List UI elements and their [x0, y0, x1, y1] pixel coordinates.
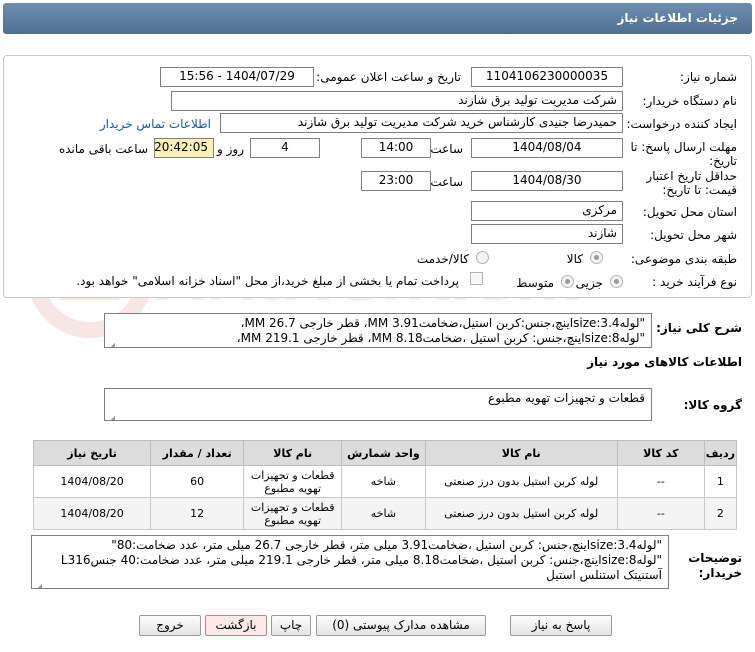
- goods-group-label: گروه کالا:: [683, 398, 742, 412]
- category-radio-goods-service[interactable]: [476, 251, 489, 264]
- category-option-goods: کالا: [566, 252, 583, 266]
- cell-unit: شاخه: [341, 497, 426, 530]
- buyer-notes-line-3: آستنیتک استنلس استیل: [546, 568, 662, 582]
- info-panel: شماره نیاز: 1104106230000035 تاریخ و ساع…: [3, 55, 752, 298]
- buyer-notes-line-1: "لولهsize:3.4اینچ،جنس: کربن استیل ،ضخامت…: [111, 538, 662, 552]
- cell-name: لوله کربن استیل بدون درز صنعتی: [424, 465, 618, 498]
- cell-row: 2: [703, 497, 738, 530]
- cell-name: لوله کربن استیل بدون درز صنعتی: [424, 497, 618, 530]
- print-button[interactable]: چاپ: [271, 615, 311, 636]
- cell-code: --: [616, 497, 705, 530]
- buyer-notes-label: توضیحات خریدار:: [688, 551, 742, 580]
- validity-date-field: 1404/08/30: [471, 171, 623, 191]
- need-details-page: جزئیات اطلاعات نیاز AriaTender.net شماره…: [0, 0, 755, 652]
- reply-button[interactable]: پاسخ به نیاز: [510, 615, 612, 636]
- cell-qty: 60: [150, 465, 245, 498]
- cell-group: قطعات و تجهیزات تهویه مطبوع: [243, 465, 343, 498]
- deadline-label: مهلت ارسال پاسخ: تا تاریخ:: [630, 140, 737, 168]
- time-remaining-field: 20:42:05: [154, 138, 214, 158]
- resize-grip-icon[interactable]: ◢: [107, 411, 115, 420]
- province-field: مرکزی: [471, 201, 623, 221]
- deadline-time-field: 14:00: [361, 138, 431, 158]
- requester-label: ایجاد کننده درخواست:: [626, 117, 737, 131]
- time-remaining-label: ساعت باقی مانده: [58, 142, 148, 156]
- process-label: نوع فرآیند خرید :: [652, 275, 737, 289]
- process-radio-minor[interactable]: [610, 275, 623, 288]
- col-group: نام کالا: [243, 440, 343, 466]
- days-label: روز و: [217, 142, 244, 156]
- back-button[interactable]: بازگشت: [205, 615, 267, 636]
- summary-line-1: "لولهsize:3.4اینچ،جنس:کربن استیل،ضخامت3.…: [240, 316, 645, 330]
- process-option-minor: جزیی: [575, 276, 603, 290]
- validity-label: حداقل تاریخ اعتبار قیمت: تا تاریخ:: [646, 169, 737, 197]
- cell-code: --: [616, 465, 705, 498]
- category-label: طبقه بندی موضوعی:: [630, 252, 737, 266]
- title-bar: جزئیات اطلاعات نیاز: [3, 3, 752, 34]
- col-row: ردیف: [703, 440, 738, 466]
- need-number-label: شماره نیاز:: [680, 70, 737, 84]
- goods-section-title: اطلاعات کالاهای مورد نیاز: [587, 355, 742, 369]
- process-radio-medium[interactable]: [561, 275, 574, 288]
- deadline-date-field: 1404/08/04: [471, 138, 623, 158]
- deadline-time-label: ساعت: [430, 142, 463, 156]
- summary-label: شرح کلی نیاز:: [656, 321, 742, 335]
- validity-time-label: ساعت: [430, 175, 463, 189]
- exit-button[interactable]: خروج: [139, 615, 201, 636]
- goods-group-value: قطعات و تجهیزات تهویه مطبوع: [488, 391, 645, 405]
- city-field: شازند: [471, 224, 623, 244]
- summary-line-2: "لولهsize:8اینچ،جنس: کربن استیل ،ضخامت8.…: [236, 331, 645, 345]
- goods-group-field: قطعات و تجهیزات تهویه مطبوع ◢: [104, 388, 652, 421]
- goods-table-header: ردیف کد کالا نام کالا واحد شمارش نام کال…: [32, 440, 738, 466]
- category-radio-goods[interactable]: [590, 251, 603, 264]
- announce-label: تاریخ و ساعت اعلان عمومی:: [316, 70, 461, 84]
- cell-qty: 12: [150, 497, 245, 530]
- buyer-org-field: شرکت مدیریت تولید برق شازند: [171, 91, 623, 111]
- requester-field: حمیدرضا جنیدی کارشناس خرید شرکت مدیریت ت…: [220, 113, 623, 133]
- process-option-medium: متوسط: [516, 276, 554, 290]
- buyer-contact-link[interactable]: اطلاعات تماس خریدار: [100, 117, 211, 131]
- col-date: تاریخ نیاز: [32, 440, 152, 466]
- table-row[interactable]: 1 -- لوله کربن استیل بدون درز صنعتی شاخه…: [32, 465, 738, 498]
- goods-table: ردیف کد کالا نام کالا واحد شمارش نام کال…: [32, 440, 738, 530]
- buyer-org-label: نام دستگاه خریدار:: [642, 94, 738, 108]
- attachments-button[interactable]: مشاهده مدارک پیوستی (0): [316, 615, 486, 636]
- treasury-payment-note: پرداخت تمام یا بخشی از مبلغ خرید،از محل …: [76, 274, 459, 288]
- summary-textarea[interactable]: "لولهsize:3.4اینچ،جنس:کربن استیل،ضخامت3.…: [104, 313, 652, 348]
- province-label: استان محل تحویل:: [642, 205, 737, 219]
- col-code: کد کالا: [616, 440, 705, 466]
- cell-date: 1404/08/20: [32, 497, 152, 530]
- cell-row: 1: [703, 465, 738, 498]
- buyer-notes-line-2: "لولهsize:8اینچ،جنس: کربن استیل ،ضخامت8.…: [60, 553, 662, 567]
- table-row[interactable]: 2 -- لوله کربن استیل بدون درز صنعتی شاخه…: [32, 497, 738, 530]
- col-unit: واحد شمارش: [341, 440, 426, 466]
- buyer-notes-textarea[interactable]: "لولهsize:3.4اینچ،جنس: کربن استیل ،ضخامت…: [31, 535, 669, 589]
- resize-grip-icon[interactable]: ◢: [34, 579, 42, 588]
- cell-group: قطعات و تجهیزات تهویه مطبوع: [243, 497, 343, 530]
- col-qty: تعداد / مقدار: [150, 440, 245, 466]
- need-number-field: 1104106230000035: [471, 67, 623, 87]
- category-option-goods-service: کالا/خدمت: [416, 252, 469, 266]
- announce-field: 1404/07/29 - 15:56: [160, 67, 314, 87]
- resize-grip-icon[interactable]: ◢: [107, 338, 115, 347]
- validity-time-field: 23:00: [361, 171, 431, 191]
- city-label: شهر محل تحویل:: [650, 228, 737, 242]
- cell-date: 1404/08/20: [32, 465, 152, 498]
- cell-unit: شاخه: [341, 465, 426, 498]
- col-name: نام کالا: [424, 440, 618, 466]
- treasury-payment-checkbox[interactable]: [470, 272, 483, 285]
- days-remaining-field: 4: [250, 138, 320, 158]
- page-title: جزئیات اطلاعات نیاز: [617, 11, 738, 25]
